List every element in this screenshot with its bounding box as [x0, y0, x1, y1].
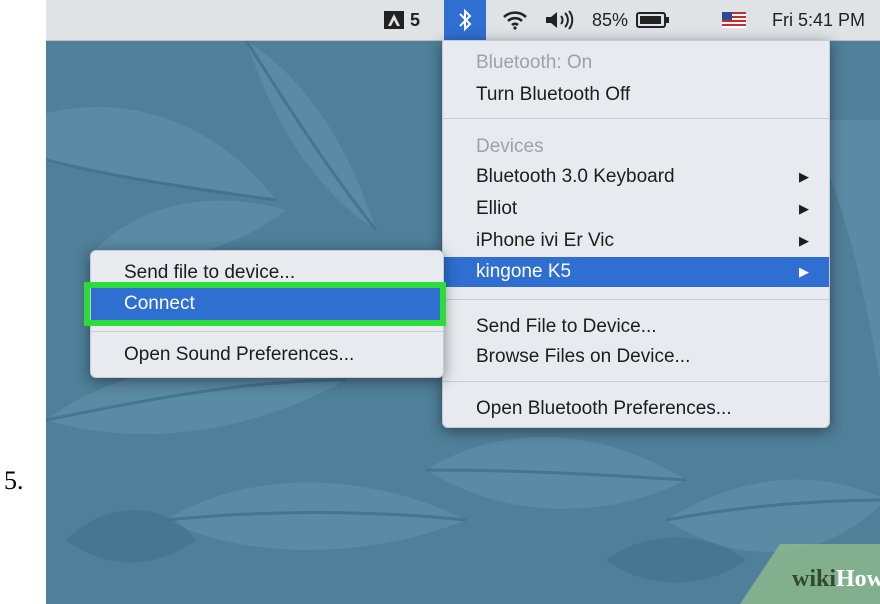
- bluetooth-status-label: Bluetooth: On: [476, 52, 593, 73]
- battery-status-item[interactable]: 85%: [592, 0, 670, 40]
- wifi-icon: [503, 11, 527, 30]
- bluetooth-status-item[interactable]: [444, 0, 486, 40]
- wifi-status-item[interactable]: [498, 0, 532, 40]
- input-source-item[interactable]: [722, 0, 752, 40]
- turn-bluetooth-off-item[interactable]: Turn Bluetooth Off: [443, 81, 829, 109]
- open-bluetooth-preferences-item[interactable]: Open Bluetooth Preferences...: [443, 395, 829, 423]
- device-item-iphone[interactable]: iPhone ivi Er Vic ▶: [443, 227, 829, 255]
- menu-separator: [443, 118, 829, 119]
- bluetooth-menu: Bluetooth: On Turn Bluetooth Off Devices…: [442, 40, 830, 428]
- desktop: 5 85% Fri 5:41 PM Bluetooth: On Turn Blu…: [46, 0, 880, 604]
- devices-header: Devices: [476, 136, 544, 157]
- send-file-to-device-item[interactable]: Send File to Device...: [443, 313, 829, 341]
- submenu-arrow-icon: ▶: [799, 264, 809, 279]
- menu-separator: [443, 381, 829, 382]
- adobe-count: 5: [410, 9, 421, 30]
- submenu-arrow-icon: ▶: [799, 169, 809, 184]
- browse-files-on-device-item[interactable]: Browse Files on Device...: [443, 343, 829, 371]
- menu-separator: [443, 299, 829, 300]
- connect-highlight-box: [84, 282, 446, 326]
- open-sound-preferences-item[interactable]: Open Sound Preferences...: [91, 341, 443, 369]
- device-item-elliot[interactable]: Elliot ▶: [443, 195, 829, 223]
- submenu-arrow-icon: ▶: [799, 201, 809, 216]
- us-flag-icon: [722, 12, 746, 28]
- battery-percent: 85%: [592, 9, 629, 30]
- volume-status-item[interactable]: [544, 0, 580, 40]
- adobe-status-item[interactable]: 5: [384, 0, 432, 40]
- device-item-kingone-k5[interactable]: kingone K5 ▶: [443, 257, 829, 287]
- battery-icon: [636, 12, 670, 28]
- device-item-bluetooth-keyboard[interactable]: Bluetooth 3.0 Keyboard ▶: [443, 163, 829, 191]
- menu-separator: [91, 331, 443, 332]
- bluetooth-icon: [459, 8, 472, 32]
- svg-text:wikiHow: wikiHow: [792, 566, 880, 592]
- wikihow-watermark: wikiHow: [720, 544, 880, 604]
- adobe-icon: [384, 11, 404, 29]
- submenu-arrow-icon: ▶: [799, 233, 809, 248]
- menu-bar: 5 85% Fri 5:41 PM: [46, 0, 880, 41]
- wikihow-logo: wikiHow: [740, 544, 880, 604]
- clock[interactable]: Fri 5:41 PM: [772, 0, 865, 40]
- step-number: 5.: [4, 466, 24, 495]
- volume-icon: [546, 10, 574, 30]
